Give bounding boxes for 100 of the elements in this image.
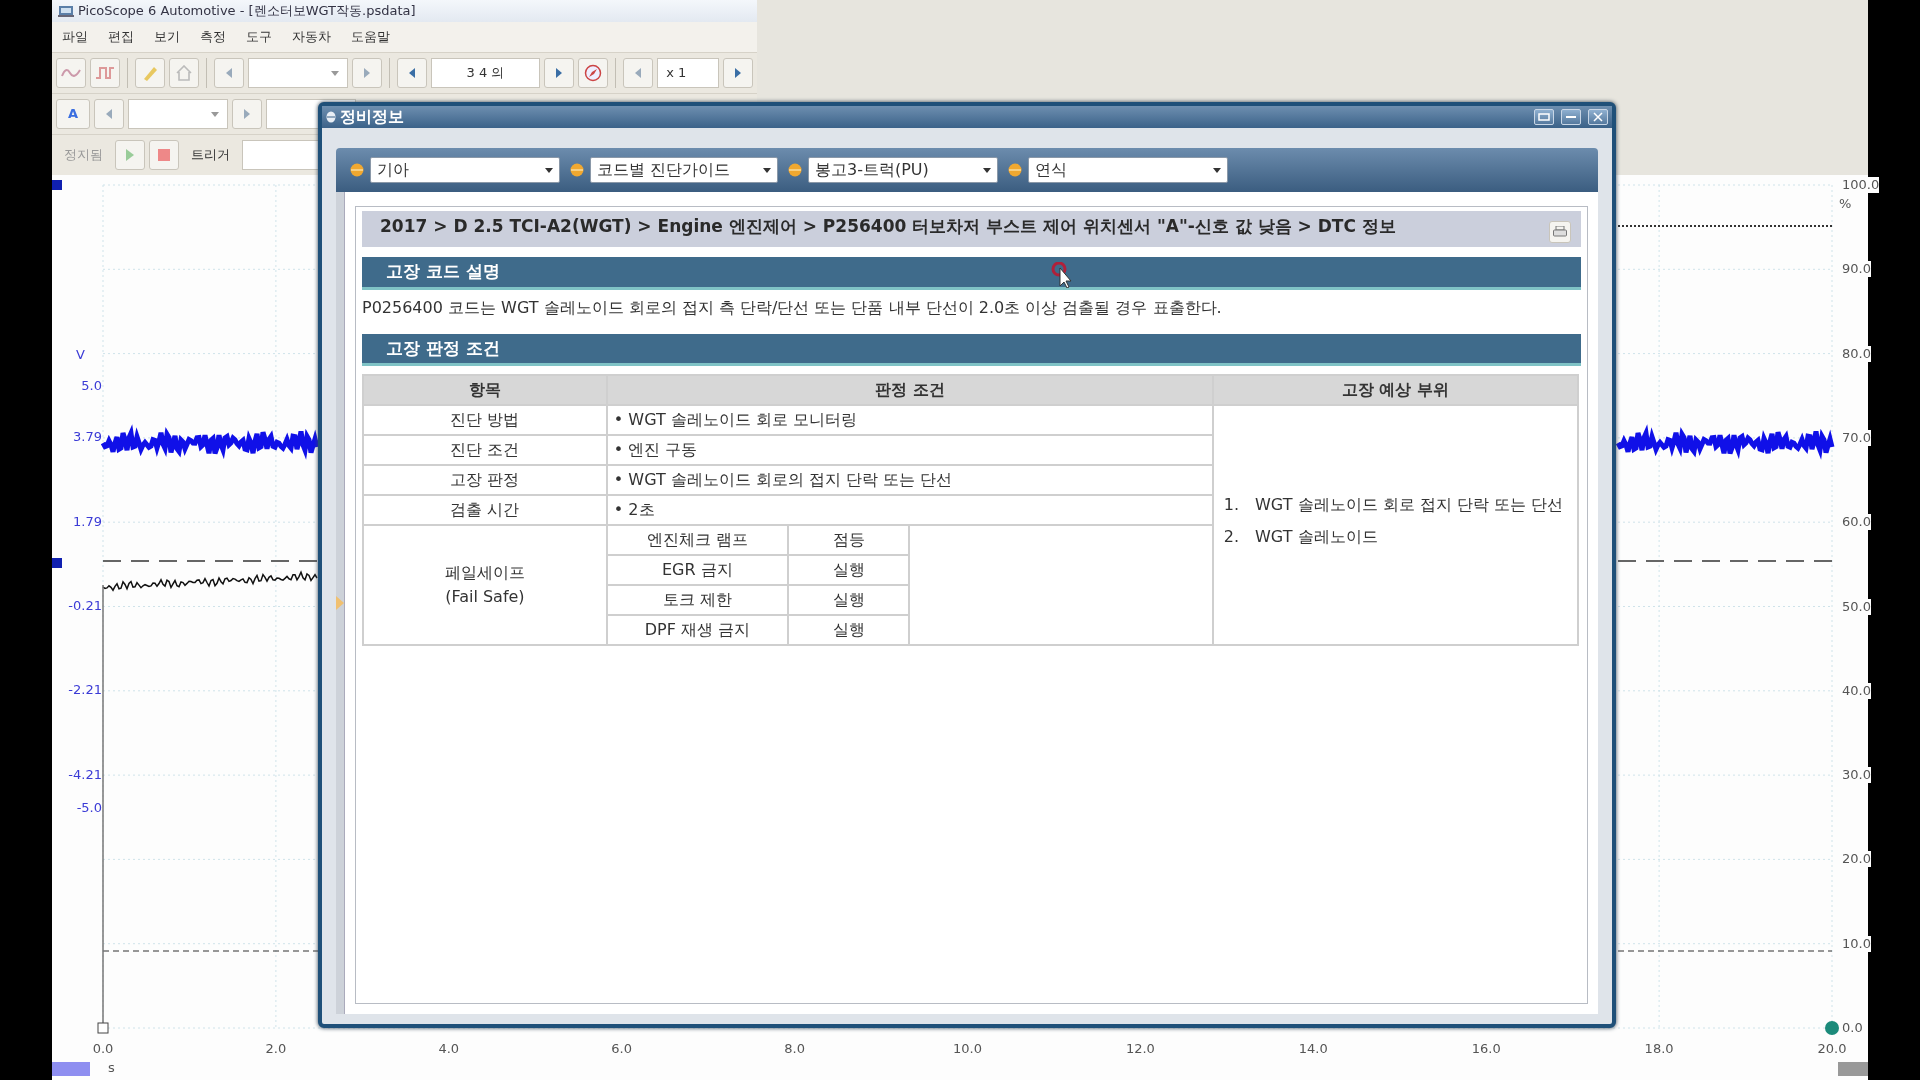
- arrow-button[interactable]: [213, 58, 244, 88]
- select-value: 봉고3-트럭(PU): [815, 159, 929, 181]
- side-panel-handle[interactable]: [336, 192, 345, 1014]
- right-arrow-icon: [555, 68, 564, 78]
- axis-label: 50.0: [1842, 598, 1871, 615]
- select-value: 기아: [377, 159, 409, 181]
- menu-item[interactable]: 도움말: [351, 27, 390, 47]
- triangle-icon: [336, 596, 344, 610]
- restore-button[interactable]: [1534, 109, 1554, 125]
- right-arrow-icon: [734, 68, 743, 78]
- window-icon: [326, 111, 336, 123]
- arrow-button[interactable]: [351, 58, 382, 88]
- dropdown-field[interactable]: [247, 58, 348, 88]
- section-header: 고장 코드 설명: [362, 257, 1581, 290]
- menu-item[interactable]: 도구: [246, 27, 272, 47]
- axis-label: -0.21: [68, 598, 102, 614]
- play-icon: [125, 149, 135, 161]
- zoom-field[interactable]: x 1: [657, 58, 720, 88]
- close-icon: [1591, 112, 1605, 122]
- cursor-icon: [1050, 262, 1072, 288]
- list-number: 2.: [1223, 526, 1239, 548]
- arrow-button[interactable]: [94, 99, 124, 129]
- table-cell: DPF 재생 금지: [606, 615, 788, 645]
- waveform-icon: [60, 66, 81, 80]
- axis-label: -4.21: [68, 767, 102, 783]
- description-text: P0256400 코드는 WGT 솔레노이드 회로의 접지 측 단락/단선 또는 단품 내부 단선이 2.0초 이상 검출될 경우 표출한다.: [362, 296, 1223, 319]
- axis-label: 30.0: [1842, 767, 1871, 784]
- compass-icon: [584, 64, 603, 82]
- arrow-button[interactable]: [232, 99, 262, 129]
- printer-icon: [1553, 226, 1567, 238]
- menu-item[interactable]: 보기: [154, 27, 180, 47]
- play-button[interactable]: [115, 140, 145, 170]
- dot-icon: [570, 163, 584, 177]
- square-pulse-icon: [94, 66, 115, 80]
- trigger-label: 트리거: [190, 146, 231, 165]
- compass-button[interactable]: [578, 58, 609, 88]
- axis-label: 90.0: [1842, 261, 1871, 278]
- marker-icon: [52, 558, 62, 568]
- menu-item[interactable]: 측정: [200, 27, 226, 47]
- caret-icon: [330, 70, 339, 76]
- left-arrow-icon: [407, 68, 416, 78]
- filter-select[interactable]: 봉고3-트럭(PU): [808, 157, 998, 183]
- marker-icon: [1825, 1021, 1839, 1035]
- minimize-button[interactable]: [1561, 109, 1581, 125]
- axis-label: 3.79: [73, 429, 102, 445]
- pen-button[interactable]: [134, 58, 165, 88]
- caret-icon: [211, 111, 219, 117]
- axis-label: 60.0: [1842, 514, 1871, 531]
- run-status: 정지됨: [63, 146, 104, 165]
- stop-button[interactable]: [149, 140, 179, 170]
- axis-label: -2.21: [68, 682, 102, 698]
- axis-label: 5.0: [81, 378, 102, 394]
- arrow-button[interactable]: [623, 58, 654, 88]
- close-button[interactable]: [1588, 109, 1608, 125]
- table-cell: 토크 제한: [606, 585, 788, 615]
- arrow-button[interactable]: [544, 58, 575, 88]
- filter-select[interactable]: 코드별 진단가이드: [590, 157, 778, 183]
- filter-select[interactable]: 기아: [370, 157, 560, 183]
- column-header: 판정 조건: [606, 375, 1213, 405]
- list-number: 1.: [1223, 494, 1239, 516]
- stop-icon: [158, 149, 170, 161]
- column-header: 고장 예상 부위: [1212, 375, 1578, 405]
- table-cell: 고장 판정: [363, 465, 607, 495]
- dropdown-field[interactable]: [128, 99, 228, 129]
- axis-label: 10.0: [1842, 935, 1871, 952]
- restore-icon: [1537, 112, 1551, 122]
- left-arrow-icon: [634, 68, 643, 78]
- pulse-button[interactable]: [89, 58, 120, 88]
- scale-badge: [1838, 1062, 1868, 1076]
- table-cell: 점등: [787, 525, 910, 555]
- menu-item[interactable]: 파일: [62, 27, 88, 47]
- menu-item[interactable]: 편집: [108, 27, 134, 47]
- dialog-title: 정비정보: [340, 106, 405, 128]
- left-arrow-icon: [224, 68, 233, 78]
- axis-label: 80.0: [1842, 345, 1871, 362]
- dot-icon: [1008, 163, 1022, 177]
- home-icon: [174, 65, 193, 81]
- print-button[interactable]: [1549, 221, 1571, 243]
- table-cell: 검출 시간: [363, 495, 607, 525]
- select-value: 코드별 진단가이드: [597, 159, 731, 181]
- arrow-button[interactable]: [723, 58, 754, 88]
- table-cell: EGR 금지: [606, 555, 788, 585]
- axis-unit: V: [76, 347, 85, 363]
- axis-label: 70.0: [1842, 429, 1871, 446]
- breadcrumb-path: 2017 > D 2.5 TCI-A2(WGT) > Engine 엔진제어 > P256400 터보차저 부스트 제어 위치센서 "A"-신호 값 낮음 > DTC 정보: [380, 215, 1397, 237]
- arrow-button[interactable]: [396, 58, 427, 88]
- channel-button[interactable]: A: [56, 99, 90, 129]
- axis-label: -5.0: [76, 800, 102, 816]
- waveform-button[interactable]: [56, 58, 86, 88]
- axis-label: 1.79: [73, 514, 102, 530]
- caret-icon: [1213, 167, 1221, 173]
- window-title: PicoScope 6 Automotive - [렌소터보WGT작동.psdata]: [78, 2, 416, 21]
- marker-icon: [97, 1022, 109, 1034]
- list-text: WGT 솔레노이드: [1255, 526, 1378, 548]
- left-arrow-icon: [105, 109, 113, 119]
- menu-item[interactable]: 자동차: [292, 27, 331, 47]
- filter-select[interactable]: 연식: [1028, 157, 1228, 183]
- dot-icon: [350, 163, 364, 177]
- home-button[interactable]: [168, 58, 199, 88]
- capture-count-field[interactable]: 3 4 의: [430, 58, 541, 88]
